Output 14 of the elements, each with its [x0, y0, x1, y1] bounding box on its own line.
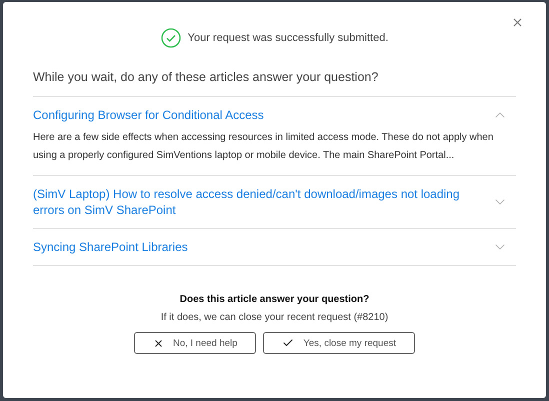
close-button[interactable]	[511, 16, 524, 29]
feedback-note: If it does, we can close your recent request (#8210)	[160, 312, 388, 323]
article-link[interactable]: Configuring Browser for Conditional Access	[33, 107, 264, 123]
prompt-text: While you wait, do any of these articles answer your question?	[33, 70, 380, 84]
check-circle-icon	[160, 28, 181, 48]
feedback-question: Does this article answer your question?	[180, 294, 370, 305]
close-icon	[152, 338, 164, 348]
article-link[interactable]: (SimV Laptop) How to resolve access denied/can't download/images not loading errors on SimV SharePoint	[33, 186, 462, 218]
decline-button[interactable]: No, I need help	[134, 332, 256, 354]
status-message: Your request was successfully submitted.	[188, 32, 388, 44]
article-link[interactable]: Syncing SharePoint Libraries	[33, 239, 188, 255]
accept-button[interactable]: Yes, close my request	[263, 332, 416, 354]
article-excerpt: Here are a few side effects when accessing resources in limited access mode. These do not apply when using a properly configured SimVentions laptop or mobile device. The main SharePoint Portal...	[33, 131, 494, 163]
check-icon	[282, 337, 294, 349]
